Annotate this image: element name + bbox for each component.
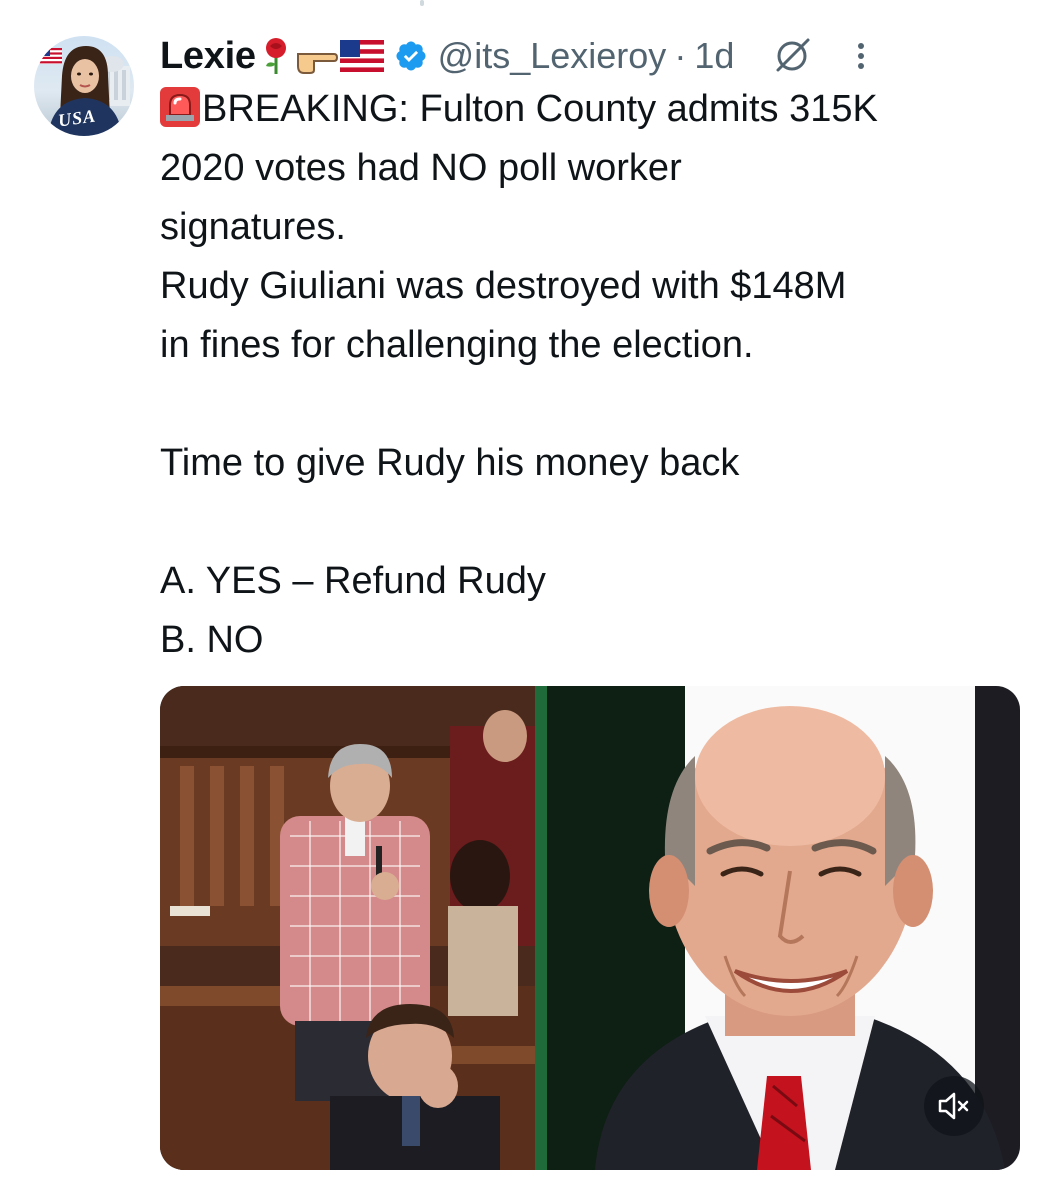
tweet-line: Rudy Giuliani was destroyed with $148M — [160, 265, 847, 307]
tweet-header: Lexie @its_Lexieroy · 1d — [160, 30, 1022, 82]
header-separator: · — [674, 35, 687, 76]
poll-option-b: B. NO — [160, 619, 264, 661]
rose-emoji — [260, 36, 292, 76]
tweet-line: in fines for challenging the election. — [160, 324, 754, 366]
mute-toggle-button[interactable] — [924, 1076, 984, 1136]
previous-tweet-connector — [420, 0, 424, 6]
tweet-line: signatures. — [160, 206, 346, 248]
tweet-line: Time to give Rudy his money back — [160, 442, 740, 484]
avatar[interactable]: USA — [34, 36, 134, 136]
siren-emoji — [160, 86, 200, 127]
us-flag-emoji — [339, 40, 384, 72]
tweet-body: BREAKING: Fulton County admits 315K 2020… — [160, 80, 1030, 670]
tweet-line-text: BREAKING: Fulton County admits 315K — [202, 88, 878, 130]
user-handle[interactable]: @its_Lexieroy — [438, 35, 667, 77]
more-options-icon[interactable] — [856, 36, 866, 76]
media-left-panel-image — [160, 686, 535, 1170]
volume-muted-icon — [937, 1091, 971, 1121]
pointing-hand-emoji — [294, 36, 338, 76]
verified-badge-icon[interactable] — [394, 39, 428, 73]
poll-option-a: A. YES – Refund Rudy — [160, 560, 546, 602]
tweet-media-video[interactable] — [160, 686, 1020, 1170]
tweet-line: BREAKING: Fulton County admits 315K — [160, 80, 1030, 139]
display-name[interactable]: Lexie — [160, 35, 256, 78]
grok-icon[interactable] — [772, 36, 812, 76]
tweet-timestamp[interactable]: 1d — [694, 35, 734, 77]
tweet-line: 2020 votes had NO poll worker — [160, 147, 682, 189]
